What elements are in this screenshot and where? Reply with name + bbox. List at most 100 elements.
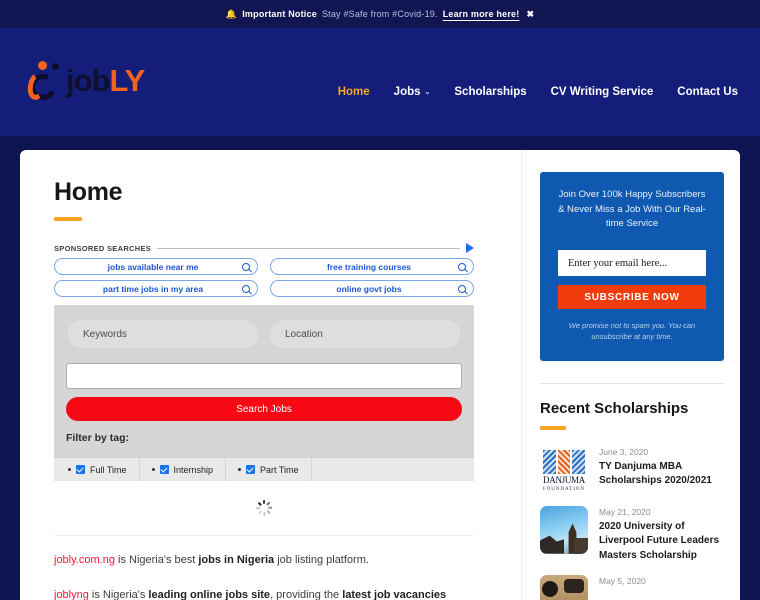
subscribe-now-button[interactable]: SUBSCRIBE NOW: [558, 285, 706, 310]
p2-text-1: is Nigeria's: [88, 589, 149, 600]
search-icon: [242, 262, 250, 271]
search-icon: [458, 284, 466, 293]
search-icon: [458, 262, 466, 271]
loading-spinner-icon: [256, 500, 273, 516]
ad-pill[interactable]: part time jobs in my area: [54, 280, 258, 297]
ad-divider: [157, 247, 460, 249]
subscribe-disclaimer: We promise not to spam you. You can unsu…: [568, 321, 696, 342]
intro-paragraph-1: jobly.com.ng is Nigeria's best jobs in N…: [54, 552, 479, 569]
title-underline-rule: [54, 217, 82, 221]
sidebar-title-underline: [540, 425, 566, 430]
sidebar-divider: [540, 382, 724, 384]
notice-body-text: Stay #Safe from #Covid-19.: [321, 9, 438, 19]
ad-pill-grid: jobs available near me free training cou…: [54, 258, 474, 297]
danjuma-foundation-thumbnail: DANJUMA FOUNDATION: [540, 445, 588, 494]
checkbox-icon[interactable]: [76, 465, 85, 474]
jobly-logo-icon: [25, 60, 64, 104]
ad-label: SPONSORED SEARCHES: [54, 243, 152, 253]
scholarship-title[interactable]: 2020 University of Liverpool Future Lead…: [599, 520, 724, 564]
notice-strong-text: Important Notice: [242, 9, 317, 19]
logo-dot-orange: [38, 61, 47, 70]
bullet-icon: [151, 468, 155, 471]
ad-pill-label: jobs available near me: [107, 261, 199, 272]
search-text-input[interactable]: [66, 363, 462, 389]
intro-paragraph-2: joblyng is Nigeria's leading online jobs…: [54, 587, 479, 600]
close-icon[interactable]: ✖: [526, 9, 534, 20]
scholarship-meta: May 5, 2020: [599, 575, 646, 600]
page-card: Home SPONSORED SEARCHES jobs available n…: [20, 150, 740, 600]
intro-copy: jobly.com.ng is Nigeria's best jobs in N…: [54, 536, 479, 600]
logo-word-ly: LY: [109, 62, 146, 98]
p1-bold-1: jobs in Nigeria: [198, 554, 275, 566]
filter-by-tag-label: Filter by tag:: [66, 432, 130, 444]
notice-bar: 🔔 Important Notice Stay #Safe from #Covi…: [0, 0, 760, 28]
tag-filter-full-time[interactable]: Full Time: [54, 458, 140, 481]
keywords-input[interactable]: Keywords: [66, 319, 260, 349]
site-logo[interactable]: jobLY: [25, 58, 146, 104]
tag-filter-part-time[interactable]: Part Time: [226, 458, 312, 481]
site-link-joblyng[interactable]: joblyng: [54, 589, 89, 600]
tag-label: Part Time: [260, 464, 299, 475]
scholarship-thumbnail: [540, 575, 588, 600]
scholarship-date: June 3, 2020: [599, 446, 649, 457]
ad-pill[interactable]: online govt jobs: [270, 280, 474, 297]
logo-wordmark: jobLY: [66, 62, 146, 98]
bullet-icon: [68, 468, 71, 471]
subscribe-card: Join Over 100k Happy Subscribers & Never…: [540, 172, 724, 361]
nav-item-scholarships[interactable]: Scholarships: [454, 86, 526, 98]
tag-filter-row: Full Time Internship Part Time: [54, 457, 474, 481]
list-item[interactable]: May 21, 2020 2020 University of Liverpoo…: [540, 505, 724, 564]
p1-text-1: is Nigeria's best: [114, 554, 199, 566]
results-loading-area: [54, 481, 474, 535]
scholarship-date: May 5, 2020: [599, 576, 646, 587]
search-icon: [242, 284, 250, 293]
p2-text-2: , providing the: [270, 589, 343, 600]
logo-word-job: job: [66, 62, 110, 98]
nav-item-cv-writing-service[interactable]: CV Writing Service: [551, 86, 654, 98]
nav-item-jobs[interactable]: Jobs ⌄: [394, 86, 431, 98]
page-title: Home: [54, 178, 123, 206]
scholarship-meta: May 21, 2020 2020 University of Liverpoo…: [599, 506, 724, 564]
checkbox-icon[interactable]: [159, 465, 169, 474]
recent-scholarships-title: Recent Scholarships: [540, 399, 689, 417]
location-input[interactable]: Location: [268, 319, 462, 349]
list-item[interactable]: DANJUMA FOUNDATION June 3, 2020 TY Danju…: [540, 445, 724, 494]
ad-pill[interactable]: jobs available near me: [54, 258, 258, 275]
ad-pill-label: free training courses: [326, 261, 412, 272]
ad-header: SPONSORED SEARCHES: [54, 243, 474, 253]
bullet-icon: [238, 468, 242, 471]
list-item[interactable]: May 5, 2020: [540, 575, 724, 600]
site-header: jobLY Home Jobs ⌄ Scholarships CV Writin…: [0, 28, 760, 136]
nav-item-home[interactable]: Home: [338, 86, 370, 98]
chevron-down-icon: ⌄: [424, 89, 431, 96]
thumb-word: DANJUMA: [543, 474, 585, 485]
job-search-widget: Keywords Location Search Jobs Filter by …: [54, 305, 474, 481]
ad-pill[interactable]: free training courses: [270, 258, 474, 275]
p2-bold-1: leading online jobs site: [148, 589, 271, 600]
main-navigation: Home Jobs ⌄ Scholarships CV Writing Serv…: [338, 86, 738, 98]
search-field-row: Keywords Location: [66, 319, 462, 349]
ad-pill-label: part time jobs in my area: [102, 283, 204, 294]
scholarship-title[interactable]: TY Danjuma MBA Scholarships 2020/2021: [599, 460, 724, 489]
nav-item-contact-us[interactable]: Contact Us: [677, 86, 738, 98]
tag-filter-internship[interactable]: Internship: [140, 458, 227, 481]
p2-bold-2: latest job vacancies: [342, 589, 447, 600]
scholarship-date: May 21, 2020: [599, 506, 651, 517]
tag-label: Full Time: [90, 464, 127, 475]
tag-label: Internship: [173, 464, 214, 475]
site-link-jobly-com-ng[interactable]: jobly.com.ng: [54, 554, 115, 566]
subscribe-headline: Join Over 100k Happy Subscribers & Never…: [558, 189, 706, 230]
sponsored-searches-ad: SPONSORED SEARCHES jobs available near m…: [54, 243, 474, 297]
email-field[interactable]: [558, 250, 706, 277]
search-jobs-button[interactable]: Search Jobs: [66, 397, 462, 421]
nav-item-jobs-label: Jobs: [393, 86, 421, 98]
ad-info-icon[interactable]: [466, 243, 474, 253]
sidebar: Join Over 100k Happy Subscribers & Never…: [522, 150, 740, 600]
p1-text-2: job listing platform.: [274, 554, 369, 566]
liverpool-cathedral-thumbnail: [540, 505, 588, 554]
ad-pill-label: online govt jobs: [336, 283, 402, 294]
notice-learn-more-link[interactable]: Learn more here!: [443, 9, 520, 19]
checkbox-icon[interactable]: [246, 465, 256, 474]
main-column: Home SPONSORED SEARCHES jobs available n…: [20, 150, 521, 600]
scholarship-meta: June 3, 2020 TY Danjuma MBA Scholarships…: [599, 446, 724, 494]
